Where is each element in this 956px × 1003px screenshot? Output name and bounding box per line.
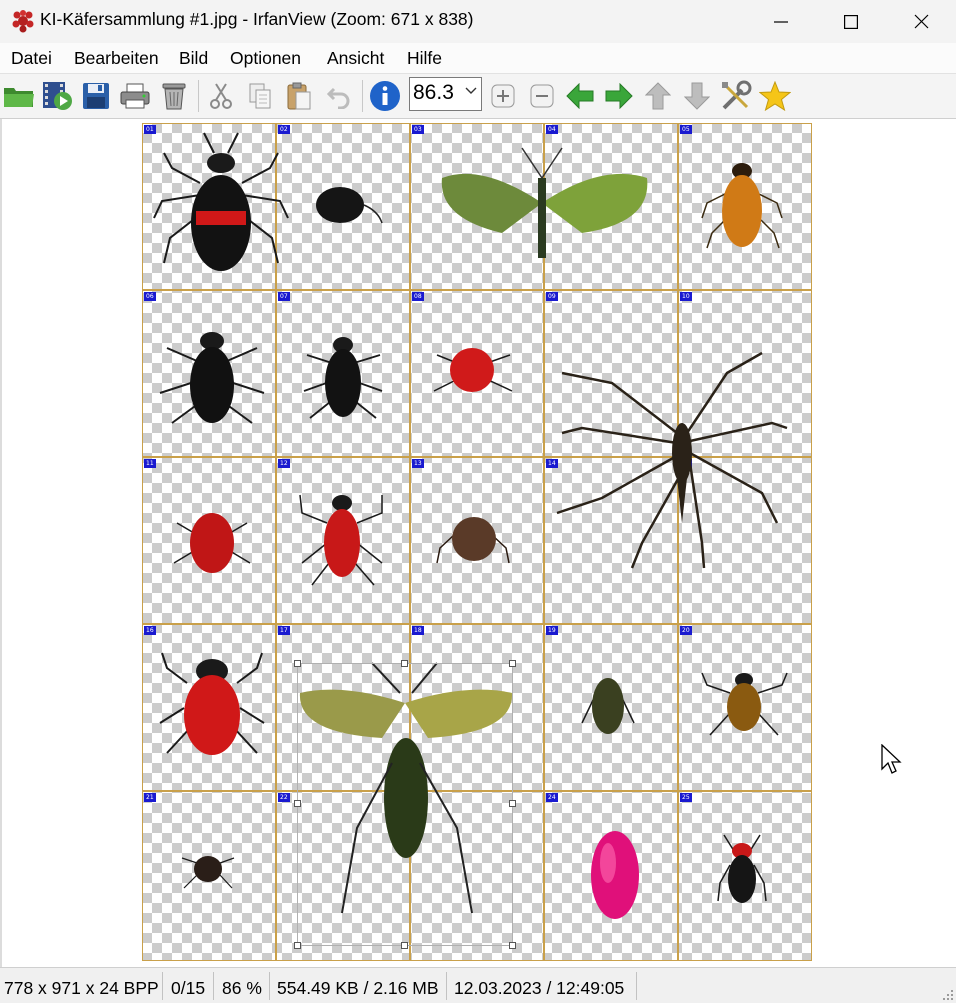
menu-ansicht[interactable]: Ansicht — [327, 48, 384, 69]
status-file-size: 554.49 KB / 2.16 MB — [277, 978, 439, 998]
toolbar-separator — [362, 80, 363, 112]
cut-button[interactable] — [204, 79, 238, 113]
status-separator — [446, 972, 447, 1000]
zoom-in-icon — [491, 84, 515, 108]
spider-long-legs — [556, 351, 788, 569]
status-datetime: 12.03.2023 / 12:49:05 — [454, 978, 625, 998]
print-icon — [120, 83, 150, 109]
beetle-red-large — [159, 652, 265, 755]
selection-handle[interactable] — [294, 942, 301, 949]
down-button[interactable] — [680, 79, 714, 113]
zoom-out-icon — [530, 84, 554, 108]
beetle-black-small — [303, 337, 383, 419]
status-separator — [213, 972, 214, 1000]
settings-icon — [722, 80, 752, 110]
beetle-brown-round — [436, 517, 510, 564]
undo-icon — [326, 87, 350, 109]
favorites-button[interactable] — [758, 79, 792, 113]
menu-bearbeiten[interactable]: Bearbeiten — [74, 48, 159, 69]
window-title: KI-Käfersammlung #1.jpg - IrfanView (Zoo… — [40, 9, 474, 29]
resize-grip-icon[interactable] — [942, 989, 954, 1001]
selection-handle[interactable] — [509, 942, 516, 949]
status-separator — [636, 972, 637, 1000]
zoom-out-button[interactable] — [525, 79, 559, 113]
selection-handle[interactable] — [509, 800, 516, 807]
previous-image-button[interactable] — [563, 79, 597, 113]
status-zoom: 86 % — [222, 978, 262, 998]
beetle-tiny-dark — [181, 856, 235, 889]
beetle-red-oval — [173, 513, 251, 573]
selection-handle[interactable] — [401, 942, 408, 949]
delete-button[interactable] — [157, 79, 191, 113]
close-button[interactable] — [886, 0, 956, 43]
delete-icon — [162, 83, 186, 110]
close-icon — [914, 14, 928, 29]
previous-icon — [566, 83, 594, 109]
next-icon — [605, 83, 633, 109]
beetle-red-small — [433, 348, 513, 392]
up-button[interactable] — [641, 79, 675, 113]
up-icon — [645, 82, 671, 110]
beetle-black-long — [159, 332, 265, 424]
irfanview-app-icon[interactable] — [10, 8, 36, 34]
favorite-icon — [759, 81, 791, 111]
copy-button[interactable] — [243, 79, 277, 113]
down-icon — [684, 82, 710, 110]
status-separator — [162, 972, 163, 1000]
paste-button[interactable] — [282, 79, 316, 113]
copy-icon — [249, 83, 271, 109]
minimize-button[interactable] — [746, 0, 816, 43]
minimize-icon — [774, 20, 788, 23]
toolbar-separator — [198, 80, 199, 112]
next-image-button[interactable] — [602, 79, 636, 113]
zoom-combobox[interactable]: 86.3 — [409, 77, 482, 111]
menu-hilfe[interactable]: Hilfe — [407, 48, 442, 69]
beetle-black-round — [316, 187, 383, 224]
open-folder-icon — [4, 88, 34, 107]
beetle-orange — [701, 163, 783, 249]
title-bar: KI-Käfersammlung #1.jpg - IrfanView (Zoo… — [0, 0, 956, 43]
save-button[interactable] — [79, 79, 113, 113]
selection-handle[interactable] — [509, 660, 516, 667]
cut-icon — [210, 83, 232, 109]
beetle-pink — [591, 831, 639, 919]
beetle-green-small — [581, 678, 635, 734]
maximize-button[interactable] — [816, 0, 886, 43]
chevron-down-icon[interactable] — [465, 87, 477, 95]
selection-handle[interactable] — [294, 800, 301, 807]
selection-handle[interactable] — [401, 660, 408, 667]
slideshow-button[interactable] — [40, 79, 74, 113]
menu-bild[interactable]: Bild — [179, 48, 208, 69]
zoom-in-button[interactable] — [486, 79, 520, 113]
open-button[interactable] — [2, 79, 36, 113]
print-button[interactable] — [118, 79, 152, 113]
save-icon — [83, 83, 109, 109]
beetle-black-red-head — [717, 834, 767, 903]
zoom-value: 86.3 — [413, 81, 454, 104]
status-bar: 778 x 971 x 24 BPP 0/15 86 % 554.49 KB /… — [0, 967, 956, 1003]
menu-bar: Datei Bearbeiten Bild Optionen Ansicht H… — [0, 43, 956, 74]
status-position: 0/15 — [171, 978, 206, 998]
status-dimensions: 778 x 971 x 24 BPP — [4, 978, 159, 998]
mouse-cursor-icon — [881, 744, 902, 774]
paste-icon — [287, 82, 311, 110]
info-icon — [370, 81, 400, 111]
beetle-red-long — [299, 494, 383, 586]
undo-button[interactable] — [322, 79, 356, 113]
beetle-bronze — [701, 672, 788, 736]
menu-optionen[interactable]: Optionen — [230, 48, 301, 69]
maximize-icon — [844, 14, 858, 29]
selection-handle[interactable] — [294, 660, 301, 667]
moth-green — [441, 147, 648, 258]
selection-rectangle[interactable] — [297, 663, 513, 946]
menu-datei[interactable]: Datei — [11, 48, 52, 69]
info-button[interactable] — [368, 79, 402, 113]
slideshow-icon — [43, 82, 72, 110]
status-separator — [269, 972, 270, 1000]
beetle-black-red — [153, 132, 289, 271]
settings-button[interactable] — [719, 79, 753, 113]
